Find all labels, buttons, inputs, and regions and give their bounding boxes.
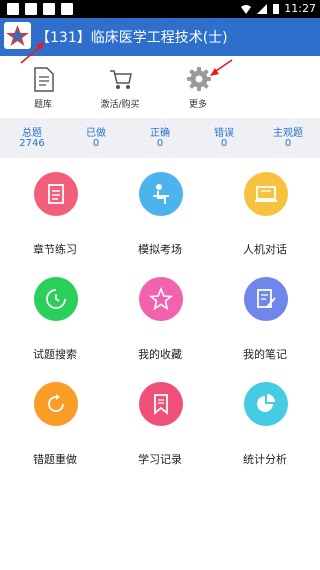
stat-label: 错误 — [214, 128, 234, 139]
note-icon — [244, 277, 288, 321]
wifi-icon — [241, 4, 252, 14]
battery-icon — [273, 3, 280, 14]
stat-value: 0 — [284, 138, 292, 149]
laptop-icon — [244, 172, 288, 216]
grid-item-mock-exam[interactable]: 模拟考场 — [107, 172, 213, 272]
page-title: 【131】临床医学工程技术(士) — [36, 30, 228, 46]
grid-item-redo-wrong[interactable]: 错题重做 — [2, 382, 108, 482]
annotation-arrow — [210, 59, 233, 76]
grid-item-my-favorites[interactable]: 我的收藏 — [107, 277, 213, 377]
document-icon — [34, 67, 54, 92]
notification-icon — [25, 3, 37, 15]
bookmark-icon — [139, 382, 183, 426]
grid-label: 试题搜索 — [33, 348, 77, 361]
signal-icon — [257, 3, 268, 14]
stat-label: 已做 — [86, 128, 106, 139]
notification-icon — [7, 3, 19, 15]
toolbar-label: 更多 — [188, 100, 207, 110]
grid-item-study-record[interactable]: 学习记录 — [107, 382, 213, 482]
grid-label: 人机对话 — [243, 243, 287, 256]
grid-label: 我的笔记 — [243, 348, 287, 361]
grid-item-chapter-practice[interactable]: 章节练习 — [2, 172, 108, 272]
grid-item-statistics[interactable]: 统计分析 — [212, 382, 318, 482]
pie-chart-icon — [244, 382, 288, 426]
grid-label: 学习记录 — [138, 453, 182, 466]
grid-label: 章节练习 — [33, 243, 77, 256]
toolbar-label: 激活/购买 — [100, 100, 140, 110]
star-icon — [139, 277, 183, 321]
status-bar: 11:27 — [0, 0, 320, 18]
stat-label: 正确 — [150, 128, 170, 139]
notification-icon — [61, 3, 73, 15]
mock-exam-icon — [139, 172, 183, 216]
stats-bar: 总题 2746 已做 0 正确 0 错误 0 主观题 0 — [0, 118, 320, 158]
stat-value: 2746 — [19, 138, 45, 149]
chapter-practice-icon — [34, 172, 78, 216]
grid-item-my-notes[interactable]: 我的笔记 — [212, 277, 318, 377]
stat-label: 总题 — [22, 128, 42, 139]
grid-label: 错题重做 — [33, 453, 77, 466]
status-time: 11:27 — [284, 2, 316, 15]
redo-icon — [34, 382, 78, 426]
toolbar: 题库 激活/购买 更多 — [0, 60, 320, 115]
title-bar: 【131】临床医学工程技术(士) — [0, 18, 320, 56]
stat-label: 主观题 — [273, 128, 303, 139]
stat-value: 0 — [220, 138, 228, 149]
grid-label: 模拟考场 — [138, 243, 182, 256]
search-clock-icon — [34, 277, 78, 321]
stat-value: 0 — [156, 138, 164, 149]
stat-value: 0 — [92, 138, 100, 149]
grid-label: 统计分析 — [243, 453, 287, 466]
grid-item-man-machine-dialogue[interactable]: 人机对话 — [212, 172, 318, 272]
cart-icon — [110, 70, 132, 89]
notification-icon — [43, 3, 55, 15]
grid-item-question-search[interactable]: 试题搜索 — [2, 277, 108, 377]
grid-label: 我的收藏 — [138, 348, 182, 361]
